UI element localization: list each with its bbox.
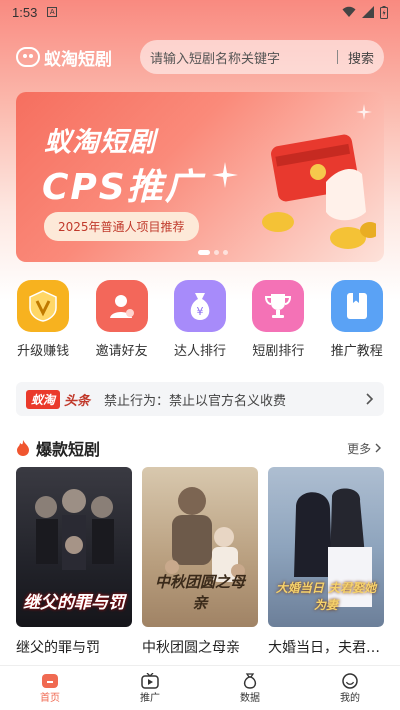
tab-label: 我的 [340, 692, 360, 704]
trophy-icon [252, 280, 305, 332]
invite-user-icon [95, 280, 148, 332]
money-bag-icon: ¥ [173, 280, 226, 332]
headline-tag: 头条 [64, 393, 91, 409]
banner-subtitle: CPS推广 [42, 167, 203, 208]
status-bar: 1:53 A [0, 0, 400, 24]
poster-title: 继父的罪与罚 [23, 593, 125, 613]
notification-icon: A [47, 7, 58, 17]
poster-title: 中秋团圆之母亲 [154, 573, 245, 612]
drama-poster[interactable]: 继父的罪与罚 [16, 467, 132, 627]
drama-card[interactable]: 中秋团圆之母亲 中秋团圆之母亲 [142, 467, 258, 657]
chevron-right-icon [366, 393, 374, 405]
more-label: 更多 [347, 442, 372, 456]
tab-home[interactable]: 首页 [0, 666, 100, 710]
drama-title: 大婚当日，夫君… [268, 640, 380, 656]
feature-grid: 升级赚钱 邀请好友 ¥ 达人排行 短剧排行 推广教程 [0, 280, 400, 359]
search-input[interactable]: 请输入短剧名称关键字 [150, 48, 327, 67]
wifi-icon [342, 6, 356, 17]
top-header: 蚁淘短剧 请输入短剧名称关键字 搜索 [16, 40, 384, 74]
headline-brand-tag: 蚁淘 [26, 389, 61, 409]
battery-icon [380, 5, 388, 19]
tab-profile[interactable]: 我的 [300, 666, 400, 710]
status-time: 1:53 [12, 4, 38, 20]
grid-label: 推广教程 [330, 344, 383, 359]
more-link[interactable]: 更多 [347, 440, 382, 457]
tab-label: 数据 [240, 692, 260, 704]
section-header: 爆款短剧 [16, 436, 100, 460]
fire-icon [17, 440, 29, 456]
grid-label: 短剧排行 [252, 344, 305, 359]
search-bar[interactable]: 请输入短剧名称关键字 搜索 [140, 40, 384, 74]
tab-label: 推广 [140, 692, 160, 704]
smile-icon [342, 672, 358, 689]
sparkle-icon [212, 162, 238, 188]
chevron-right-icon [375, 443, 381, 453]
ant-logo-icon [16, 47, 40, 67]
book-icon [330, 280, 383, 332]
upgrade-v-icon [17, 280, 70, 332]
svg-text:¥: ¥ [196, 305, 203, 318]
grid-label: 邀请好友 [95, 344, 148, 359]
search-divider [336, 50, 338, 64]
drama-poster[interactable]: 大婚当日 夫君娶她为妻 [268, 467, 384, 627]
home-icon [42, 673, 58, 688]
drama-card[interactable]: 大婚当日 夫君娶她为妻 大婚当日，夫君… [268, 467, 384, 657]
banner-pill: 2025年普通人项目推荐 [44, 212, 199, 241]
grid-item-invite[interactable]: 邀请好友 [86, 280, 158, 359]
tv-icon [141, 672, 159, 689]
drama-card-list: 继父的罪与罚 继父的罪与罚 中秋团圆之母亲 中秋团圆之母亲 大婚当日 夫君娶她为… [16, 467, 384, 657]
data-bag-icon [243, 672, 257, 689]
tab-data[interactable]: 数据 [200, 666, 300, 710]
grid-item-ranking-drama[interactable]: 短剧排行 [242, 280, 314, 359]
poster-title: 大婚当日 夫君娶她为妻 [275, 581, 377, 612]
tab-label: 首页 [40, 692, 60, 704]
search-button[interactable]: 搜索 [348, 48, 374, 67]
drama-title: 继父的罪与罚 [16, 640, 100, 656]
news-ticker[interactable]: 蚁淘 头条 禁止行为：禁止以官方名义收费 [16, 382, 384, 416]
banner-pager [198, 250, 228, 255]
app-name: 蚁淘短剧 [44, 49, 112, 70]
grid-item-upgrade[interactable]: 升级赚钱 [7, 280, 79, 359]
grid-label: 达人排行 [173, 344, 226, 359]
promo-banner[interactable]: 蚁淘短剧 CPS推广 2025年普通人项目推荐 [16, 92, 384, 262]
banner-title: 蚁淘短剧 [44, 127, 156, 158]
signal-icon [362, 6, 374, 18]
grid-item-tutorial[interactable]: 推广教程 [321, 280, 393, 359]
bottom-tab-bar: 首页 推广 数据 我的 [0, 665, 400, 710]
grid-item-ranking-talent[interactable]: ¥ 达人排行 [164, 280, 236, 359]
tab-promote[interactable]: 推广 [100, 666, 200, 710]
grid-label: 升级赚钱 [17, 344, 70, 359]
section-title: 爆款短剧 [36, 440, 101, 459]
red-envelope-icon [262, 134, 376, 249]
drama-title: 中秋团圆之母亲 [142, 640, 240, 656]
drama-poster[interactable]: 中秋团圆之母亲 [142, 467, 258, 627]
drama-card[interactable]: 继父的罪与罚 继父的罪与罚 [16, 467, 132, 657]
sparkle-small-icon [356, 104, 372, 120]
headline-message: 禁止行为：禁止以官方名义收费 [104, 393, 287, 409]
app-logo: 蚁淘短剧 [16, 45, 112, 70]
